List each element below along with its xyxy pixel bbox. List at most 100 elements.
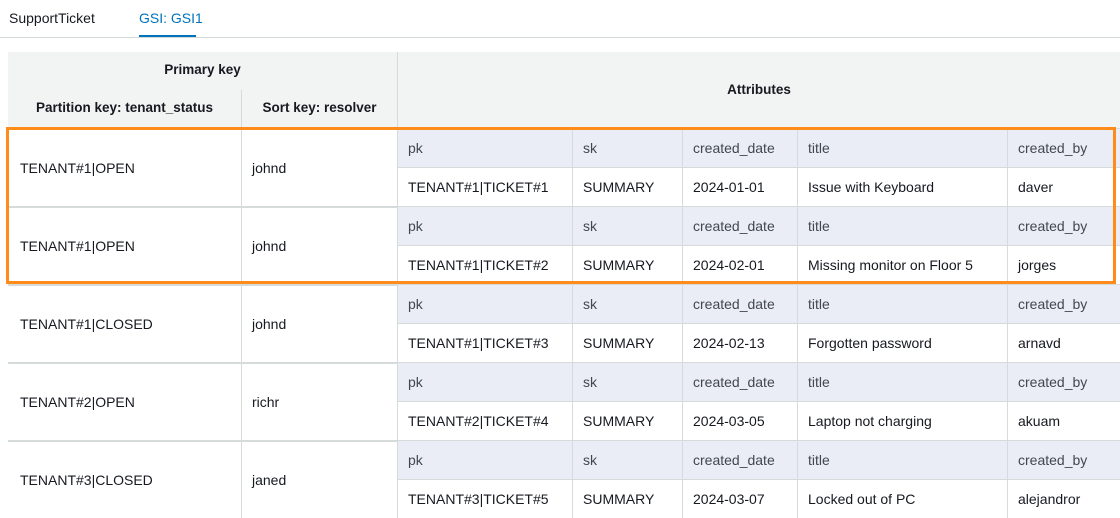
attribute-name-cell: title (798, 285, 1007, 323)
header-divider (241, 90, 242, 128)
partition-key-cell[interactable]: TENANT#1|OPEN (8, 207, 241, 284)
header-divider (397, 52, 398, 128)
grid-line (797, 363, 798, 441)
grid-line (797, 129, 798, 207)
sort-key-cell[interactable]: richr (242, 363, 397, 440)
attribute-value-cell[interactable]: SUMMARY (573, 480, 682, 518)
attribute-name-cell: title (798, 363, 1007, 401)
attribute-name-cell: created_date (683, 441, 797, 479)
partition-key-cell[interactable]: TENANT#1|OPEN (8, 129, 241, 206)
attribute-value-cell[interactable]: Missing monitor on Floor 5 (798, 246, 1007, 284)
attribute-name-cell: title (798, 129, 1007, 167)
grid-line (1007, 207, 1008, 285)
tab-supportticket[interactable]: SupportTicket (9, 10, 95, 26)
grid-line (682, 363, 683, 441)
partition-key-cell[interactable]: TENANT#2|OPEN (8, 363, 241, 440)
grid-line (682, 129, 683, 207)
attribute-value-cell[interactable]: Forgotten password (798, 324, 1007, 362)
attribute-name-cell: sk (573, 285, 682, 323)
grid-line (241, 363, 242, 441)
grid-line (398, 167, 1120, 168)
attribute-name-cell: sk (573, 129, 682, 167)
attribute-value-cell[interactable]: TENANT#1|TICKET#3 (398, 324, 572, 362)
attribute-name-cell: created_by (1008, 207, 1120, 245)
grid-line (1007, 129, 1008, 207)
attributes-header: Attributes (727, 82, 791, 97)
attribute-name-cell: sk (573, 363, 682, 401)
attribute-value-cell[interactable]: Laptop not charging (798, 402, 1007, 440)
attribute-value-cell[interactable]: Issue with Keyboard (798, 168, 1007, 206)
attribute-value-cell[interactable]: TENANT#1|TICKET#2 (398, 246, 572, 284)
grid-line (397, 285, 398, 363)
attribute-value-cell[interactable]: SUMMARY (573, 324, 682, 362)
attribute-name-cell: created_by (1008, 285, 1120, 323)
grid-line (241, 129, 242, 207)
grid-line (572, 207, 573, 285)
grid-line (241, 207, 242, 285)
attribute-value-cell[interactable]: Locked out of PC (798, 480, 1007, 518)
attribute-name-cell: pk (398, 207, 572, 245)
attribute-value-cell[interactable]: 2024-03-07 (683, 480, 797, 518)
grid-line (397, 207, 398, 285)
attribute-name-cell: created_date (683, 129, 797, 167)
attribute-value-cell[interactable]: akuam (1008, 402, 1120, 440)
attribute-value-cell[interactable]: jorges (1008, 246, 1120, 284)
sort-key-cell[interactable]: janed (242, 441, 397, 518)
grid-line (397, 129, 398, 207)
grid-line (682, 285, 683, 363)
sort-key-cell[interactable]: johnd (242, 285, 397, 362)
grid-line (572, 285, 573, 363)
sort-key-header: Sort key: resolver (262, 100, 377, 115)
attribute-name-cell: created_by (1008, 363, 1120, 401)
attribute-value-cell[interactable]: SUMMARY (573, 402, 682, 440)
attribute-name-cell: created_date (683, 363, 797, 401)
attribute-value-cell[interactable]: alejandror (1008, 480, 1120, 518)
grid-line (398, 401, 1120, 402)
grid-line (572, 363, 573, 441)
sort-key-cell[interactable]: johnd (242, 207, 397, 284)
attribute-name-cell: title (798, 207, 1007, 245)
attribute-value-cell[interactable]: TENANT#3|TICKET#5 (398, 480, 572, 518)
attribute-value-cell[interactable]: daver (1008, 168, 1120, 206)
attribute-name-cell: pk (398, 441, 572, 479)
attribute-value-cell[interactable]: arnavd (1008, 324, 1120, 362)
grid-line (241, 441, 242, 518)
grid-line (398, 323, 1120, 324)
attribute-value-cell[interactable]: 2024-02-13 (683, 324, 797, 362)
grid-line (797, 207, 798, 285)
attribute-name-cell: pk (398, 129, 572, 167)
grid-line (1007, 363, 1008, 441)
attribute-name-cell: pk (398, 285, 572, 323)
grid-line (572, 129, 573, 207)
primary-key-title: Primary key (164, 62, 241, 77)
partition-key-cell[interactable]: TENANT#3|CLOSED (8, 441, 241, 518)
tab-bar: SupportTicket GSI: GSI1 (0, 0, 1120, 38)
partition-key-header: Partition key: tenant_status (35, 100, 214, 115)
grid-line (241, 285, 242, 363)
attribute-value-cell[interactable]: 2024-02-01 (683, 246, 797, 284)
attribute-name-cell: created_by (1008, 129, 1120, 167)
grid-line (398, 479, 1120, 480)
attribute-name-cell: sk (573, 441, 682, 479)
grid-line (397, 363, 398, 441)
partition-key-cell[interactable]: TENANT#1|CLOSED (8, 285, 241, 362)
attribute-value-cell[interactable]: SUMMARY (573, 246, 682, 284)
tab-divider (0, 37, 1120, 38)
attribute-value-cell[interactable]: 2024-01-01 (683, 168, 797, 206)
attribute-value-cell[interactable]: 2024-03-05 (683, 402, 797, 440)
grid-line (398, 245, 1120, 246)
attribute-name-cell: created_by (1008, 441, 1120, 479)
attribute-name-cell: created_date (683, 207, 797, 245)
items-table: Primary key Partition key: tenant_status… (8, 52, 1120, 518)
grid-line (682, 207, 683, 285)
attribute-value-cell[interactable]: TENANT#2|TICKET#4 (398, 402, 572, 440)
attribute-name-cell: title (798, 441, 1007, 479)
sort-key-cell[interactable]: johnd (242, 129, 397, 206)
attribute-value-cell[interactable]: TENANT#1|TICKET#1 (398, 168, 572, 206)
attribute-value-cell[interactable]: SUMMARY (573, 168, 682, 206)
tab-gsi1[interactable]: GSI: GSI1 (139, 10, 203, 26)
attribute-name-cell: created_date (683, 285, 797, 323)
grid-line (1007, 285, 1008, 363)
grid-line (797, 285, 798, 363)
attribute-name-cell: pk (398, 363, 572, 401)
